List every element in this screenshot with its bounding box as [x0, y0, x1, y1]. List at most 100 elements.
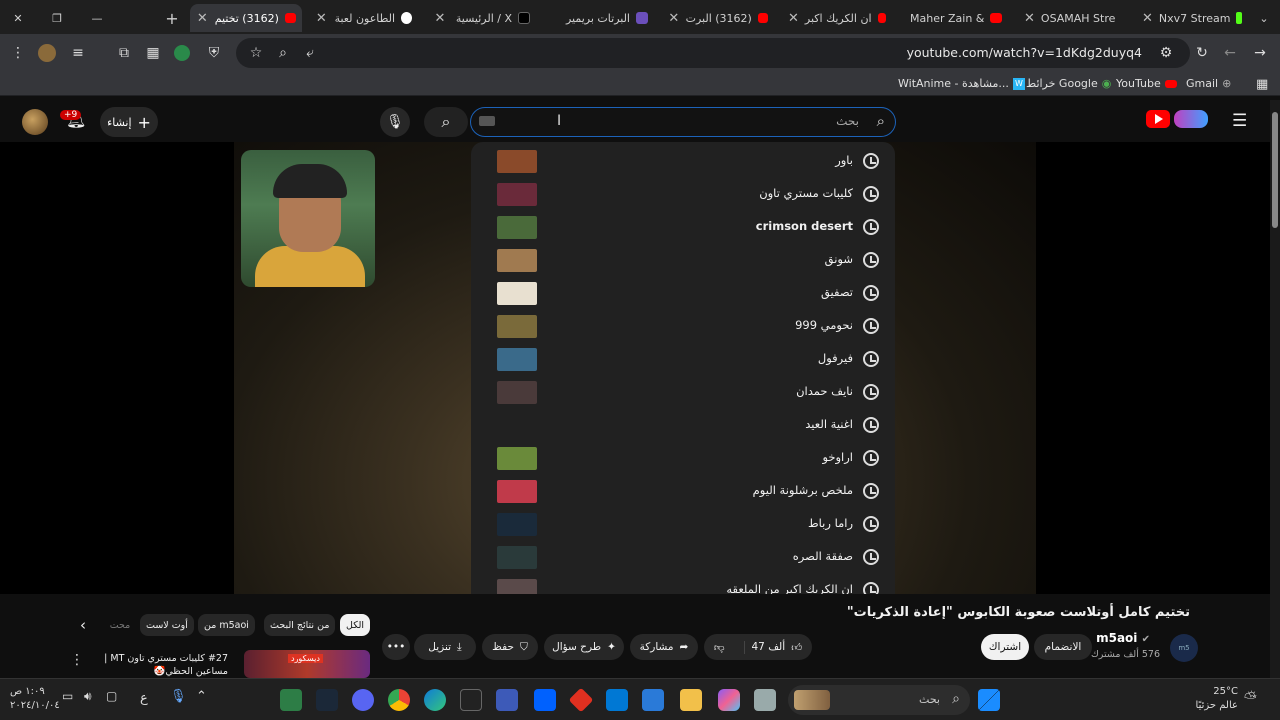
- new-tab-button[interactable]: +: [162, 4, 182, 32]
- discord-icon[interactable]: [352, 689, 374, 711]
- extensions-icon[interactable]: ⧉: [114, 43, 134, 63]
- tab-active[interactable]: ✕ (3162) تختيم: [190, 4, 302, 32]
- reload-icon[interactable]: ↻: [1192, 43, 1212, 63]
- restore-window-icon[interactable]: ❐: [46, 4, 68, 32]
- tab[interactable]: ✕ الرئيسية / X: [426, 4, 536, 32]
- search-input[interactable]: I بحث ⌕: [470, 107, 896, 137]
- menu-kebab-icon[interactable]: ⋮: [8, 43, 28, 63]
- file-explorer-icon[interactable]: [680, 689, 702, 711]
- scrollbar-thumb[interactable]: [1272, 112, 1278, 228]
- tab[interactable]: ✕ (3162) البرت: [662, 4, 774, 32]
- suggestion-item[interactable]: راما رباط: [471, 508, 895, 541]
- suggestion-item[interactable]: فيرفول: [471, 343, 895, 376]
- chip-from-channel[interactable]: من m5aoi: [198, 614, 255, 636]
- address-bar[interactable]: ☆ ⌕ ⤶ youtube.com/watch?v=1dKdg2duyq4 ⚙: [236, 38, 1190, 68]
- chevron-left-icon[interactable]: ‹: [80, 616, 86, 634]
- bookmark-youtube[interactable]: YouTube: [1116, 77, 1177, 90]
- back-arrow-icon[interactable]: →: [1250, 43, 1270, 63]
- shield-icon[interactable]: ⛨: [204, 43, 224, 63]
- close-window-icon[interactable]: ✕: [4, 4, 32, 32]
- subscribe-button[interactable]: اشتراك: [981, 634, 1029, 660]
- chip-outlast[interactable]: أوت لاست: [140, 614, 194, 636]
- volume-icon[interactable]: 🔊︎: [84, 689, 106, 711]
- recommended-title[interactable]: #27 كليبات مستري تاون MT | مساعين الحظي🤡: [88, 652, 228, 678]
- tab-close-icon[interactable]: ✕: [314, 11, 329, 26]
- media-controls-icon[interactable]: ≡: [68, 43, 88, 63]
- chip-from-search[interactable]: من نتائج البحث: [264, 614, 336, 636]
- app-icon-gray[interactable]: [754, 689, 776, 711]
- windows-start-icon[interactable]: [978, 689, 1000, 711]
- chip-truncated[interactable]: محت: [106, 614, 134, 636]
- download-button[interactable]: تنزيل ⤓: [414, 634, 476, 660]
- bookmark-star-icon[interactable]: ☆: [246, 43, 266, 63]
- app-icon-green[interactable]: [280, 689, 302, 711]
- bookmark-gmail[interactable]: Gmail ⊕: [1186, 77, 1231, 90]
- store-icon[interactable]: [642, 689, 664, 711]
- tray-chevron-icon[interactable]: ⌃: [196, 689, 218, 711]
- tab-list-chevron-icon[interactable]: ⌄: [1254, 4, 1274, 32]
- more-actions-button[interactable]: •••: [382, 634, 410, 660]
- bookmark-witanime[interactable]: WitAnime - مشاهدة... W: [898, 77, 1025, 90]
- outlook-icon[interactable]: [606, 689, 628, 711]
- search-button[interactable]: ⌕: [424, 107, 468, 137]
- share-button[interactable]: مشاركة ➦: [630, 634, 698, 660]
- tab-close-icon[interactable]: ✕: [668, 11, 680, 26]
- tab-close-icon[interactable]: ✕: [1024, 11, 1035, 26]
- battery-icon[interactable]: ▭: [62, 689, 84, 711]
- suggestion-item[interactable]: اراوخو: [471, 442, 895, 475]
- suggestion-item[interactable]: نايف حمدان: [471, 376, 895, 409]
- tab[interactable]: ✕ ان الكريك اكبر: [782, 4, 892, 32]
- suggestion-item[interactable]: كليبات مستري تاون: [471, 178, 895, 211]
- all-bookmarks-icon[interactable]: ▦: [1256, 77, 1268, 92]
- app-icon-red[interactable]: [568, 687, 594, 713]
- ask-question-button[interactable]: طرح سؤال ✦: [544, 634, 624, 660]
- tab[interactable]: ✕ Nxv7 Stream: [1136, 4, 1248, 32]
- site-settings-icon[interactable]: ⚙: [1156, 43, 1176, 63]
- suggestion-item[interactable]: شونق: [471, 244, 895, 277]
- monitor-icon[interactable]: ▢: [106, 689, 128, 711]
- youtube-logo[interactable]: [1146, 110, 1208, 128]
- like-button-icon[interactable]: 👍︎: [791, 641, 802, 654]
- copilot-icon[interactable]: [718, 689, 740, 711]
- suggestion-item[interactable]: اغنية العيد: [471, 409, 895, 442]
- input-language[interactable]: ع: [140, 691, 162, 713]
- tab[interactable]: Maher Zain &: [904, 4, 1008, 32]
- join-button[interactable]: الانضمام: [1034, 634, 1092, 660]
- channel-avatar[interactable]: m5: [1170, 634, 1198, 662]
- clock[interactable]: ١:٠٩ ص ٢٠٢٤/١٠/٠٤: [10, 685, 60, 713]
- extension-icon[interactable]: ▦: [143, 43, 163, 63]
- tab[interactable]: ✕ الطاعون لعبة: [308, 4, 418, 32]
- page-scrollbar[interactable]: [1270, 100, 1280, 678]
- chip-all[interactable]: الكل: [340, 614, 370, 636]
- zoom-icon[interactable]: ⌕: [273, 43, 293, 63]
- save-button[interactable]: حفظ ⛉: [482, 634, 538, 660]
- suggestion-item[interactable]: ملخص برشلونة اليوم: [471, 475, 895, 508]
- taskbar-search[interactable]: بحث ⌕: [788, 685, 970, 715]
- channel-name[interactable]: m5aoi ✔: [1096, 631, 1150, 645]
- suggestion-item[interactable]: crimson desert: [471, 211, 895, 244]
- weather-widget[interactable]: 25°C عالم حزئيًا: [1188, 685, 1238, 713]
- recommended-kebab-icon[interactable]: ⋮: [70, 652, 84, 668]
- forward-arrow-icon[interactable]: ←: [1220, 43, 1240, 63]
- microphone-icon[interactable]: 🎙︎: [380, 107, 410, 137]
- tab-close-icon[interactable]: ✕: [196, 11, 209, 26]
- suggestion-item[interactable]: باور: [471, 145, 895, 178]
- create-button[interactable]: إنشاء +: [100, 107, 158, 137]
- app-icon-blue[interactable]: [496, 689, 518, 711]
- microphone-tray-icon[interactable]: 🎙︎: [170, 689, 192, 711]
- minimize-window-icon[interactable]: —: [86, 4, 108, 32]
- tab-close-icon[interactable]: ✕: [1142, 11, 1153, 26]
- tab-close-icon[interactable]: ✕: [788, 11, 799, 26]
- steam-icon[interactable]: [316, 689, 338, 711]
- dropbox-icon[interactable]: [534, 689, 556, 711]
- epic-games-icon[interactable]: [460, 689, 482, 711]
- profile-avatar[interactable]: [38, 44, 56, 62]
- install-app-icon[interactable]: ⤶: [300, 43, 320, 63]
- suggestion-item[interactable]: صفقة الصره: [471, 541, 895, 574]
- edge-icon[interactable]: [424, 689, 446, 711]
- tab-close-icon[interactable]: ✕: [432, 11, 448, 26]
- bookmark-maps[interactable]: خرائط Google ◉: [1026, 77, 1111, 90]
- hamburger-menu-icon[interactable]: ☰: [1232, 111, 1247, 131]
- chrome-icon[interactable]: [388, 689, 410, 711]
- keyboard-icon[interactable]: [479, 116, 495, 126]
